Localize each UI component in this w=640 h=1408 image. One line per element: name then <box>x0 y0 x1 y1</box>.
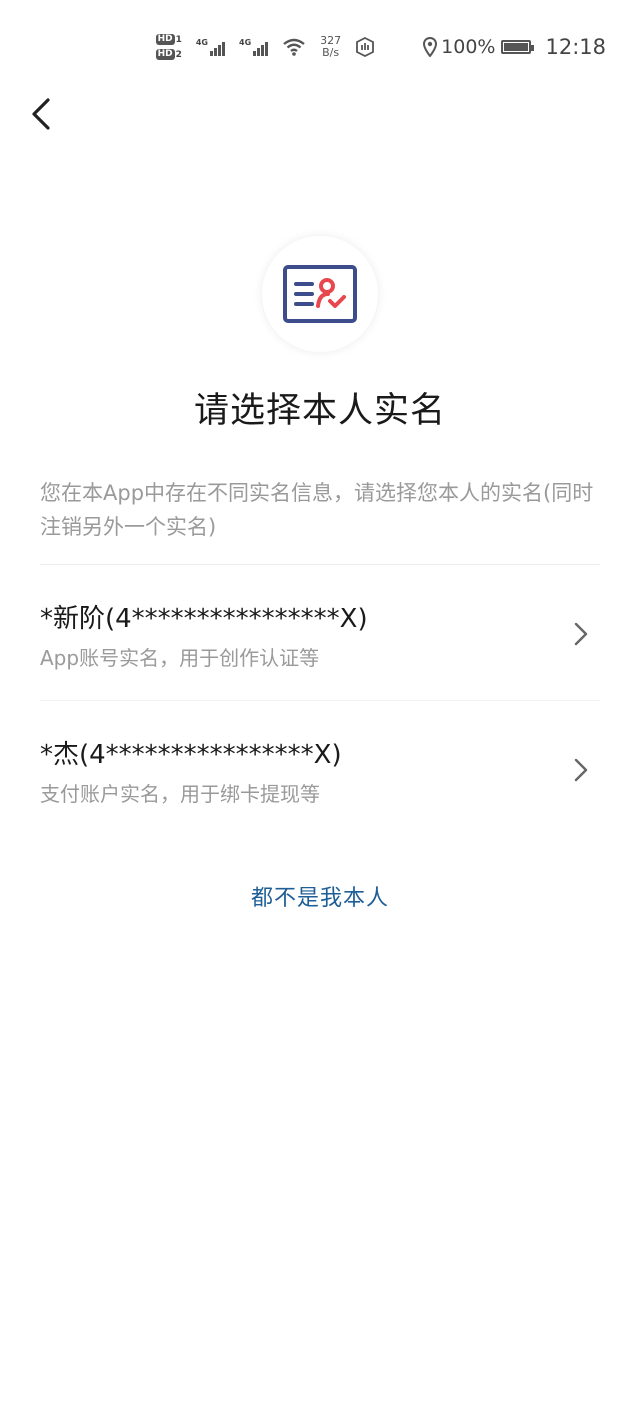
id-card-icon <box>283 265 357 323</box>
option-description: App账号实名，用于创作认证等 <box>40 646 320 670</box>
wifi-icon <box>283 38 305 56</box>
chevron-left-icon <box>32 98 50 130</box>
id-card-illustration <box>262 236 378 352</box>
hd-2-badge: HD 2 <box>155 49 182 60</box>
back-button[interactable] <box>22 92 62 136</box>
chevron-right-icon <box>574 622 588 646</box>
chevron-right-icon <box>574 758 588 782</box>
signal-2-icon: 4G <box>239 38 269 56</box>
nfc-icon <box>356 37 375 57</box>
option-name: *新阶(4****************X) <box>40 604 368 634</box>
option-description: 支付账户实名，用于绑卡提现等 <box>40 782 320 806</box>
option-app-account[interactable]: *新阶(4****************X) App账号实名，用于创作认证等 <box>0 598 640 708</box>
hd-1-badge: HD 1 <box>155 34 182 45</box>
page-description: 您在本App中存在不同实名信息，请选择您本人的实名(同时注销另外一个实名) <box>40 481 594 539</box>
page-title: 请选择本人实名 <box>193 391 446 431</box>
battery-icon <box>501 40 535 54</box>
status-bar: HD 1 HD 2 4G 4G 327 B/s 100% 12:18 <box>0 0 640 94</box>
option-payment-account[interactable]: *杰(4****************X) 支付账户实名，用于绑卡提现等 <box>0 734 640 844</box>
battery-status: 100% <box>441 36 535 58</box>
divider <box>40 700 600 701</box>
none-of-these-link[interactable]: 都不是我本人 <box>0 880 640 912</box>
divider <box>40 564 600 565</box>
hd-indicators: HD 1 HD 2 <box>155 34 182 60</box>
signal-1-icon: 4G <box>196 38 225 56</box>
option-name: *杰(4****************X) <box>40 740 342 770</box>
battery-percent: 100% <box>441 36 496 58</box>
network-speed: 327 B/s <box>320 34 342 59</box>
location-icon <box>423 37 438 57</box>
clock: 12:18 <box>545 35 606 59</box>
